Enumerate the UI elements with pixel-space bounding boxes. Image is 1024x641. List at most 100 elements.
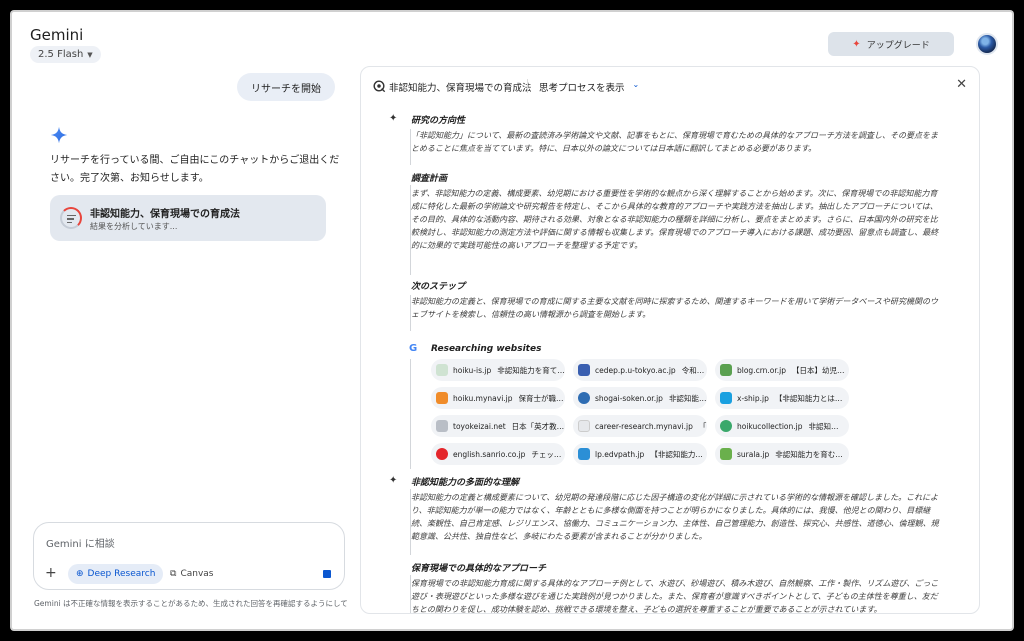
- close-icon[interactable]: ✕: [956, 77, 967, 92]
- site-chip[interactable]: hoiku.mynavi.jp 保育士が職…: [431, 387, 565, 409]
- section-title: 研究の方向性: [411, 116, 466, 126]
- site-title: 非認知能力を育てる…: [497, 365, 565, 375]
- section-text: まず、非認知能力の定義、構成要素、幼児期における重要性を学術的な観点から深く理解…: [411, 189, 939, 250]
- section-text: 非認知能力の定義と、保育現場での育成に関する主要な文献を同時に探索するため、関連…: [411, 297, 939, 319]
- deep-research-label: Deep Research: [87, 569, 156, 579]
- site-title: 非認知能力を育む…: [775, 449, 843, 459]
- section-text: 「非認知能力」について、最新の査読済み学術論文や文献、記事をもとに、保育現場で育…: [411, 131, 938, 153]
- google-icon: G: [409, 343, 418, 354]
- show-thinking-label: 思考プロセスを表示: [539, 83, 625, 94]
- research-card[interactable]: 非認知能力、保育現場での育成法 結果を分析しています...: [50, 195, 326, 241]
- panel-header: 非認知能力、保育現場での育成法 思考プロセスを表示 ⌄ ✕: [361, 67, 979, 105]
- site-chip[interactable]: english.sanrio.co.jp チェッ…: [431, 443, 565, 465]
- model-label: 2.5 Flash: [38, 49, 84, 60]
- site-chip[interactable]: lp.edvpath.jp 【非認知能力…: [573, 443, 707, 465]
- app-window: Gemini 2.5 Flash ▼ ✦ アップグレード リサーチを開始 リサー…: [12, 12, 1012, 629]
- site-domain: career-research.mynavi.jp: [595, 421, 693, 431]
- site-domain: lp.edvpath.jp: [595, 449, 645, 459]
- favicon-icon: [436, 448, 448, 460]
- site-chip[interactable]: blog.crn.or.jp 【日本】幼児…: [715, 359, 849, 381]
- show-thinking-button[interactable]: 思考プロセスを表示 ⌄: [539, 80, 639, 94]
- site-domain: x-ship.jp: [737, 393, 769, 403]
- site-chip[interactable]: cedep.p.u-tokyo.ac.jp 令和3年度文部…: [573, 359, 707, 381]
- favicon-icon: [720, 364, 732, 376]
- site-domain: toyokeizai.net: [453, 421, 506, 431]
- deep-research-icon: [373, 80, 386, 93]
- prompt-input-box[interactable]: Gemini に相談 + ⊕ Deep Research ⧉ Canvas: [33, 522, 345, 590]
- site-chip[interactable]: x-ship.jp 【非認知能力とは？…: [715, 387, 849, 409]
- site-title: 令和3年度文部…: [681, 365, 707, 375]
- site-chip[interactable]: toyokeizai.net 日本「英才教…: [431, 415, 565, 437]
- model-selector[interactable]: 2.5 Flash ▼: [30, 46, 101, 63]
- favicon-icon: [436, 392, 448, 404]
- chevron-down-icon: ⌄: [632, 80, 640, 89]
- favicon-icon: [578, 364, 590, 376]
- disclaimer: Gemini は不正確な情報を表示することがあるため、生成された回答を再確認する…: [34, 599, 348, 608]
- caret-down-icon: ▼: [87, 50, 93, 59]
- canvas-button[interactable]: ⧉ Canvas: [166, 564, 217, 584]
- site-title: 【非認知能力…: [650, 449, 703, 459]
- section-understanding: ✦ 非認知能力の多面的な理解 非認知能力の定義と構成要素について、幼児期の発達段…: [389, 475, 941, 543]
- favicon-icon: [720, 448, 732, 460]
- section-title: 保育現場での具体的なアプローチ: [411, 564, 547, 574]
- sites-title: Researching websites: [431, 344, 542, 354]
- section-plan: 調査計画 まず、非認知能力の定義、構成要素、幼児期における重要性を学術的な観点か…: [411, 171, 941, 252]
- sparkle-icon: ✦: [389, 113, 398, 124]
- site-title: 「仕事…: [698, 421, 707, 431]
- site-chip[interactable]: career-research.mynavi.jp 「仕事…: [573, 415, 707, 437]
- section-title: 次のステップ: [411, 282, 466, 292]
- header-divider: [527, 79, 528, 93]
- section-approaches: 保育現場での具体的なアプローチ 保育現場での非認知能力育成に関する具体的なアプロ…: [411, 561, 941, 613]
- stop-icon: [323, 570, 331, 578]
- stop-button[interactable]: [318, 565, 336, 583]
- site-title: チェッ…: [531, 449, 562, 459]
- favicon-icon: [578, 448, 590, 460]
- section-next-steps: 次のステップ 非認知能力の定義と、保育現場での育成に関する主要な文献を同時に探索…: [411, 279, 941, 321]
- section-bar: [410, 359, 411, 469]
- site-title: 【日本】幼児…: [792, 365, 845, 375]
- user-message: リサーチを開始: [237, 73, 335, 101]
- panel-body: ✦ 研究の方向性 「非認知能力」について、最新の査読済み学術論文や文献、記事をも…: [361, 113, 979, 613]
- site-domain: cedep.p.u-tokyo.ac.jp: [595, 365, 676, 375]
- site-domain: hoikucollection.jp: [737, 421, 803, 431]
- avatar[interactable]: [976, 33, 998, 55]
- site-domain: hoiku.mynavi.jp: [453, 393, 513, 403]
- site-title: 保育士が職…: [518, 393, 564, 403]
- site-chip[interactable]: surala.jp 非認知能力を育む…: [715, 443, 849, 465]
- favicon-icon: [720, 392, 732, 404]
- canvas-label: Canvas: [180, 569, 214, 579]
- plus-icon[interactable]: +: [45, 565, 57, 581]
- canvas-icon: ⧉: [170, 569, 177, 579]
- gemini-star-icon: [50, 126, 68, 144]
- section-title: 調査計画: [411, 174, 448, 184]
- favicon-icon: [436, 364, 448, 376]
- prompt-input[interactable]: Gemini に相談: [46, 535, 115, 550]
- research-card-title: 非認知能力、保育現場での育成法: [90, 209, 240, 220]
- upgrade-label: アップグレード: [866, 40, 930, 51]
- site-title: 日本「英才教…: [511, 421, 565, 431]
- section-title: 非認知能力の多面的な理解: [411, 478, 520, 488]
- site-chip[interactable]: hoikucollection.jp 非認知…: [715, 415, 849, 437]
- site-title: 非認知…: [808, 421, 839, 431]
- deep-research-icon: ⊕: [76, 569, 84, 579]
- site-title: 【非認知能力とは？…: [774, 393, 849, 403]
- sparkle-icon: ✦: [389, 475, 398, 486]
- research-panel: 非認知能力、保育現場での育成法 思考プロセスを表示 ⌄ ✕ ✦ 研究の方向性 「…: [360, 66, 980, 614]
- upgrade-button[interactable]: ✦ アップグレード: [828, 32, 954, 56]
- assistant-message: リサーチを行っている間、ご自由にこのチャットからご退出ください。完了次第、お知ら…: [50, 155, 340, 184]
- site-domain: shogai-soken.or.jp: [595, 393, 663, 403]
- favicon-icon: [720, 420, 732, 432]
- progress-ring-icon: [60, 207, 82, 229]
- site-domain: hoiku-is.jp: [453, 365, 492, 375]
- research-card-status: 結果を分析しています...: [90, 222, 178, 231]
- app-title: Gemini: [30, 26, 84, 44]
- section-direction: ✦ 研究の方向性 「非認知能力」について、最新の査読済み学術論文や文献、記事をも…: [389, 113, 941, 155]
- spark-icon: ✦: [852, 38, 861, 50]
- site-chip[interactable]: hoiku-is.jp 非認知能力を育てる…: [431, 359, 565, 381]
- section-text: 非認知能力の定義と構成要素について、幼児期の発達段階に応じた因子構造の変化が詳細…: [411, 493, 939, 541]
- favicon-icon: [436, 420, 448, 432]
- favicon-icon: [578, 392, 590, 404]
- site-chip[interactable]: shogai-soken.or.jp 非認知能力につ…: [573, 387, 707, 409]
- site-title: 非認知能力につ…: [668, 393, 707, 403]
- deep-research-button[interactable]: ⊕ Deep Research: [68, 564, 164, 584]
